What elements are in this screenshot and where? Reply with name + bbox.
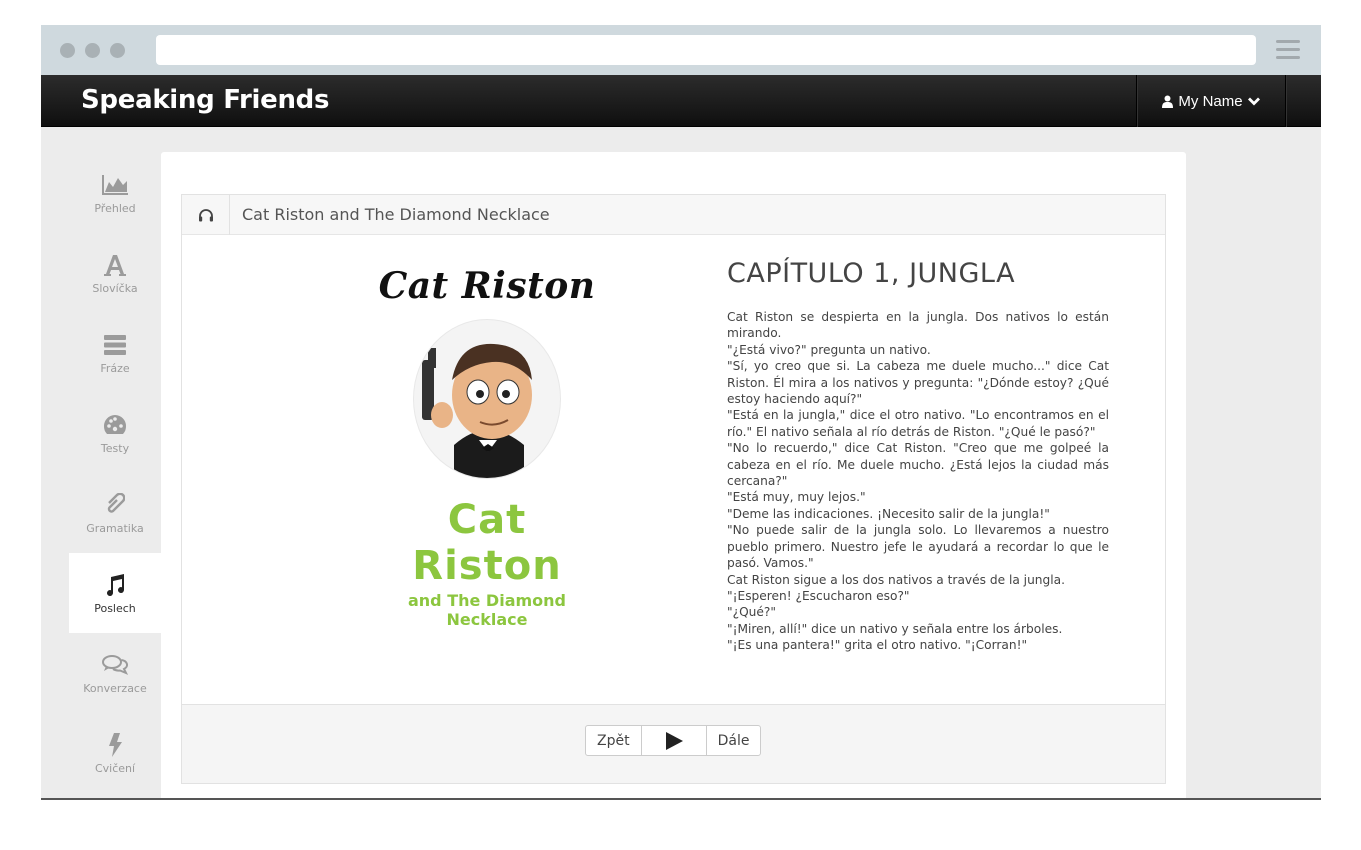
- bolt-icon: [109, 732, 122, 757]
- chevron-down-icon: [1247, 97, 1260, 105]
- chapter-text: CAPÍTULO 1, JUNGLA Cat Riston se despier…: [727, 258, 1109, 654]
- sidebar-item-slovicka[interactable]: Slovíčka: [69, 233, 161, 313]
- list-icon: [104, 334, 126, 355]
- cover-subtitle-small: and The Diamond Necklace: [407, 591, 566, 629]
- cover-illustration: [413, 319, 561, 479]
- story-paragraph: "¡Es una pantera!" grita el otro nativo.…: [727, 638, 1028, 653]
- brand-logo[interactable]: Speaking Friends: [81, 85, 329, 115]
- chart-area-icon: [102, 174, 128, 195]
- chapter-title: CAPÍTULO 1, JUNGLA: [727, 258, 1016, 289]
- panel-title: Cat Riston and The Diamond Necklace: [242, 205, 550, 224]
- listening-panel: Cat Riston and The Diamond Necklace Cat …: [181, 194, 1166, 784]
- story-paragraph: "¿Está vivo?" pregunta un nativo.: [727, 342, 931, 357]
- content-card: Cat Riston and The Diamond Necklace Cat …: [161, 152, 1186, 798]
- story-paragraph: Cat Riston se despierta en la jungla. Do…: [727, 310, 1109, 341]
- book-cover: Cat Riston Cat Riston and The Diamond Ne…: [372, 265, 602, 629]
- user-name: My Name: [1178, 92, 1243, 110]
- browser-window: Speaking Friends My Name Přehled Slovíčk…: [41, 25, 1321, 800]
- sidebar-item-konverzace[interactable]: Konverzace: [69, 633, 161, 713]
- story-paragraph: "¿Qué?": [727, 605, 776, 620]
- music-icon: [107, 573, 125, 596]
- sidebar-item-label: Cvičení: [94, 761, 136, 775]
- comments-icon: [102, 654, 128, 675]
- story-body: Cat Riston se despierta en la jungla. Do…: [727, 309, 1109, 654]
- sidebar-item-label: Přehled: [94, 201, 136, 215]
- sidebar-item-fraze[interactable]: Fráze: [69, 313, 161, 393]
- sidebar-item-gramatika[interactable]: Gramatika: [69, 473, 161, 553]
- sidebar: Přehled Slovíčka Fráze Testy Gramatika P…: [69, 153, 161, 793]
- font-icon: [104, 254, 126, 276]
- user-icon: [1162, 95, 1174, 108]
- sidebar-item-label: Fráze: [100, 361, 130, 375]
- user-menu-button[interactable]: My Name: [1136, 75, 1286, 127]
- sidebar-item-label: Konverzace: [83, 681, 147, 695]
- story-paragraph: "Sí, yo creo que si. La cabeza me duele …: [727, 359, 1109, 407]
- story-paragraph: Cat Riston sigue a los dos nativos a tra…: [727, 572, 1065, 587]
- panel-header: Cat Riston and The Diamond Necklace: [182, 194, 1165, 235]
- address-bar[interactable]: [156, 35, 1256, 65]
- window-dot-close[interactable]: [60, 43, 75, 58]
- sidebar-item-testy[interactable]: Testy: [69, 393, 161, 473]
- browser-chrome: [41, 25, 1321, 75]
- play-icon: [665, 731, 683, 750]
- sidebar-item-poslech[interactable]: Poslech: [69, 553, 161, 633]
- play-button[interactable]: [642, 726, 707, 755]
- sidebar-item-label: Testy: [100, 441, 130, 455]
- paperclip-icon: [107, 492, 125, 513]
- story-paragraph: "Está muy, muy lejos.": [727, 490, 866, 505]
- sidebar-item-cviceni[interactable]: Cvičení: [69, 713, 161, 793]
- headphones-icon: [182, 194, 230, 235]
- story-paragraph: "No lo recuerdo," dice Cat Riston. "Creo…: [727, 441, 1109, 489]
- player-button-group: Zpět Dále: [585, 725, 762, 756]
- window-dot-minimize[interactable]: [85, 43, 100, 58]
- next-button[interactable]: Dále: [707, 726, 761, 755]
- cover-title: Cat Riston: [378, 265, 596, 307]
- story-paragraph: "No puede salir de la jungla solo. Lo ll…: [727, 523, 1109, 571]
- sidebar-item-label: Gramatika: [86, 521, 144, 535]
- story-paragraph: "Está en la jungla," dice el otro nativo…: [727, 408, 1109, 439]
- story-paragraph: "¡Esperen! ¿Escucharon eso?": [727, 588, 910, 603]
- main-area: Přehled Slovíčka Fráze Testy Gramatika P…: [41, 127, 1321, 798]
- player-controls: Zpět Dále: [182, 704, 1165, 783]
- sidebar-item-label: Poslech: [94, 601, 136, 615]
- story-paragraph: "¡Miren, allí!" dice un nativo y señala …: [727, 621, 1063, 636]
- prev-button[interactable]: Zpět: [586, 726, 642, 755]
- story-paragraph: "Deme las indicaciones. ¡Necesito salir …: [727, 506, 1050, 521]
- sidebar-item-prehled[interactable]: Přehled: [69, 153, 161, 233]
- sidebar-item-label: Slovíčka: [92, 281, 138, 295]
- cover-subtitle-main: Cat Riston: [412, 497, 562, 589]
- top-navbar: Speaking Friends My Name: [41, 75, 1321, 127]
- window-dot-maximize[interactable]: [110, 43, 125, 58]
- menu-icon[interactable]: [1276, 40, 1300, 60]
- dashboard-icon: [103, 414, 127, 434]
